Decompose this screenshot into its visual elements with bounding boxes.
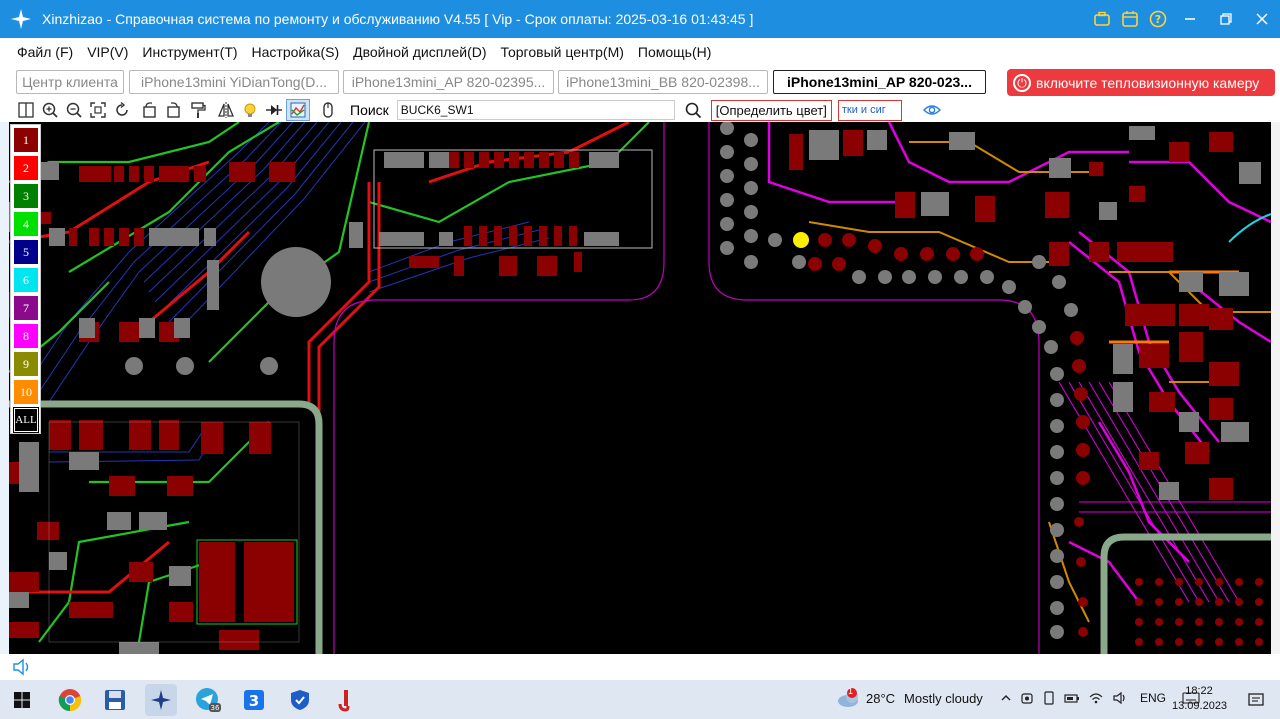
system-tray: ENG <box>1000 690 1200 706</box>
tab-ap-active[interactable]: iPhone13mini_AP 820-023... <box>773 70 986 94</box>
menu-shop[interactable]: Торговый центр(M) <box>494 44 631 60</box>
chrome-icon[interactable] <box>54 684 86 716</box>
weather-temp: 28°C <box>866 690 896 706</box>
menu-tools[interactable]: Инструмент(T) <box>135 44 244 60</box>
weather-text: Mostly cloudy <box>904 690 983 706</box>
app-badge: 36 <box>211 704 220 712</box>
title-bar: Xinzhizao - Справочная система по ремонт… <box>0 0 1280 38</box>
windows-taskbar: 36 3 1 28°C Mostly cloudy ENG 18:22 13.0… <box>0 680 1280 719</box>
layer-button-10[interactable]: 10 <box>14 380 38 404</box>
language-indicator[interactable]: ENG <box>1140 691 1166 705</box>
thermal-camera-label: включите тепловизионную камеру <box>1036 74 1260 91</box>
fit-view-icon[interactable] <box>86 99 110 121</box>
tab-yidiantong[interactable]: iPhone13mini YiDianTong(D... <box>129 70 339 94</box>
net-highlight-icon[interactable] <box>286 99 310 121</box>
wifi-icon[interactable] <box>1088 691 1104 705</box>
mouse-icon[interactable] <box>316 99 340 121</box>
clock-time: 18:22 <box>1185 685 1213 697</box>
tab-client-center[interactable]: Центр клиента <box>16 70 124 94</box>
menu-file[interactable]: Файл (F) <box>10 44 80 60</box>
menu-help[interactable]: Помощь(H) <box>631 44 719 60</box>
menu-dual-display[interactable]: Двойной дисплей(D) <box>346 44 493 60</box>
paint-roller-icon[interactable] <box>186 99 210 121</box>
tab-ap-1[interactable]: iPhone13mini_AP 820-02395... <box>343 70 554 94</box>
layer-button-2[interactable]: 2 <box>14 156 38 180</box>
menu-vip[interactable]: VIP(V) <box>80 44 135 60</box>
clock-date: 13.09.2023 <box>1172 700 1228 712</box>
signal-button[interactable]: тки и сиг <box>837 99 902 121</box>
svg-text:?: ? <box>1155 13 1161 26</box>
pcb-board-canvas[interactable] <box>9 122 1271 654</box>
volume-icon[interactable] <box>1112 691 1128 705</box>
right-edge-strip <box>1271 122 1280 654</box>
power-icon: ⏻ <box>1013 73 1031 92</box>
flip-vertical-icon[interactable] <box>162 99 186 121</box>
help-icon[interactable]: ? <box>1147 8 1169 30</box>
briefcase-icon[interactable] <box>1091 8 1113 30</box>
xinzhizao-taskbar-icon[interactable] <box>145 684 177 716</box>
layer-button-all[interactable]: ALL <box>13 407 39 433</box>
telegram-icon[interactable]: 36 <box>192 684 224 716</box>
layer-button-3[interactable]: 3 <box>14 184 38 208</box>
minimize-button[interactable] <box>1172 0 1208 38</box>
xinzhizao-logo-icon <box>11 9 31 29</box>
define-color-button[interactable]: [Определить цвет] <box>710 99 832 121</box>
java-app-icon[interactable] <box>330 684 362 716</box>
search-icon[interactable] <box>681 99 705 121</box>
layer-button-8[interactable]: 8 <box>14 324 38 348</box>
toolbar: Поиск [Определить цвет] тки и сиг <box>0 98 1280 122</box>
layer-button-6[interactable]: 6 <box>14 268 38 292</box>
tab-bar: Центр клиента iPhone13mini YiDianTong(D.… <box>0 66 1280 98</box>
shield-app-icon[interactable] <box>284 684 316 716</box>
status-bar <box>0 654 1280 680</box>
layer-button-1[interactable]: 1 <box>14 128 38 152</box>
zoom-out-icon[interactable] <box>62 99 86 121</box>
clock[interactable]: 18:22 13.09.2023 <box>1172 684 1228 714</box>
left-edge-strip <box>0 122 9 654</box>
svg-text:3: 3 <box>249 692 259 710</box>
zoom-in-icon[interactable] <box>38 99 62 121</box>
lightbulb-icon[interactable] <box>238 99 262 121</box>
windows-start-icon[interactable] <box>6 684 38 716</box>
camera-tray-icon[interactable] <box>1020 691 1034 705</box>
thermal-camera-button[interactable]: ⏻ включите тепловизионную камеру <box>1007 69 1275 96</box>
rotate-icon[interactable] <box>110 99 134 121</box>
usb-tray-icon[interactable] <box>1042 691 1056 705</box>
weather-badge: 1 <box>848 686 854 696</box>
split-view-icon[interactable] <box>14 99 38 121</box>
mirror-icon[interactable] <box>214 99 238 121</box>
notification-icon[interactable] <box>1240 684 1272 716</box>
window-title: Xinzhizao - Справочная система по ремонт… <box>42 11 754 27</box>
layer-button-4[interactable]: 4 <box>14 212 38 236</box>
search-input[interactable] <box>396 100 675 120</box>
tab-bb[interactable]: iPhone13mini_BB 820-02398... <box>558 70 768 94</box>
weather-widget[interactable]: 1 28°C Mostly cloudy <box>836 686 983 708</box>
battery-icon[interactable] <box>1064 691 1080 705</box>
layer-panel: 1 2 3 4 5 6 7 8 9 10 ALL <box>10 124 41 434</box>
chevron-up-icon[interactable] <box>1000 692 1012 704</box>
speaker-icon[interactable] <box>12 658 32 676</box>
app-3-icon[interactable]: 3 <box>238 684 270 716</box>
calendar-icon[interactable] <box>1119 8 1141 30</box>
eye-icon[interactable] <box>920 99 944 121</box>
diode-icon[interactable] <box>262 99 286 121</box>
search-label: Поиск <box>350 102 389 118</box>
layer-button-5[interactable]: 5 <box>14 240 38 264</box>
menu-bar: Файл (F) VIP(V) Инструмент(T) Настройка(… <box>0 38 1280 66</box>
app-window: Xinzhizao - Справочная система по ремонт… <box>0 0 1280 719</box>
layer-button-9[interactable]: 9 <box>14 352 38 376</box>
flip-horizontal-icon[interactable] <box>138 99 162 121</box>
save-app-icon[interactable] <box>99 684 131 716</box>
menu-settings[interactable]: Настройка(S) <box>245 44 347 60</box>
close-button[interactable] <box>1244 0 1280 38</box>
layer-button-7[interactable]: 7 <box>14 296 38 320</box>
restore-button[interactable] <box>1208 0 1244 38</box>
